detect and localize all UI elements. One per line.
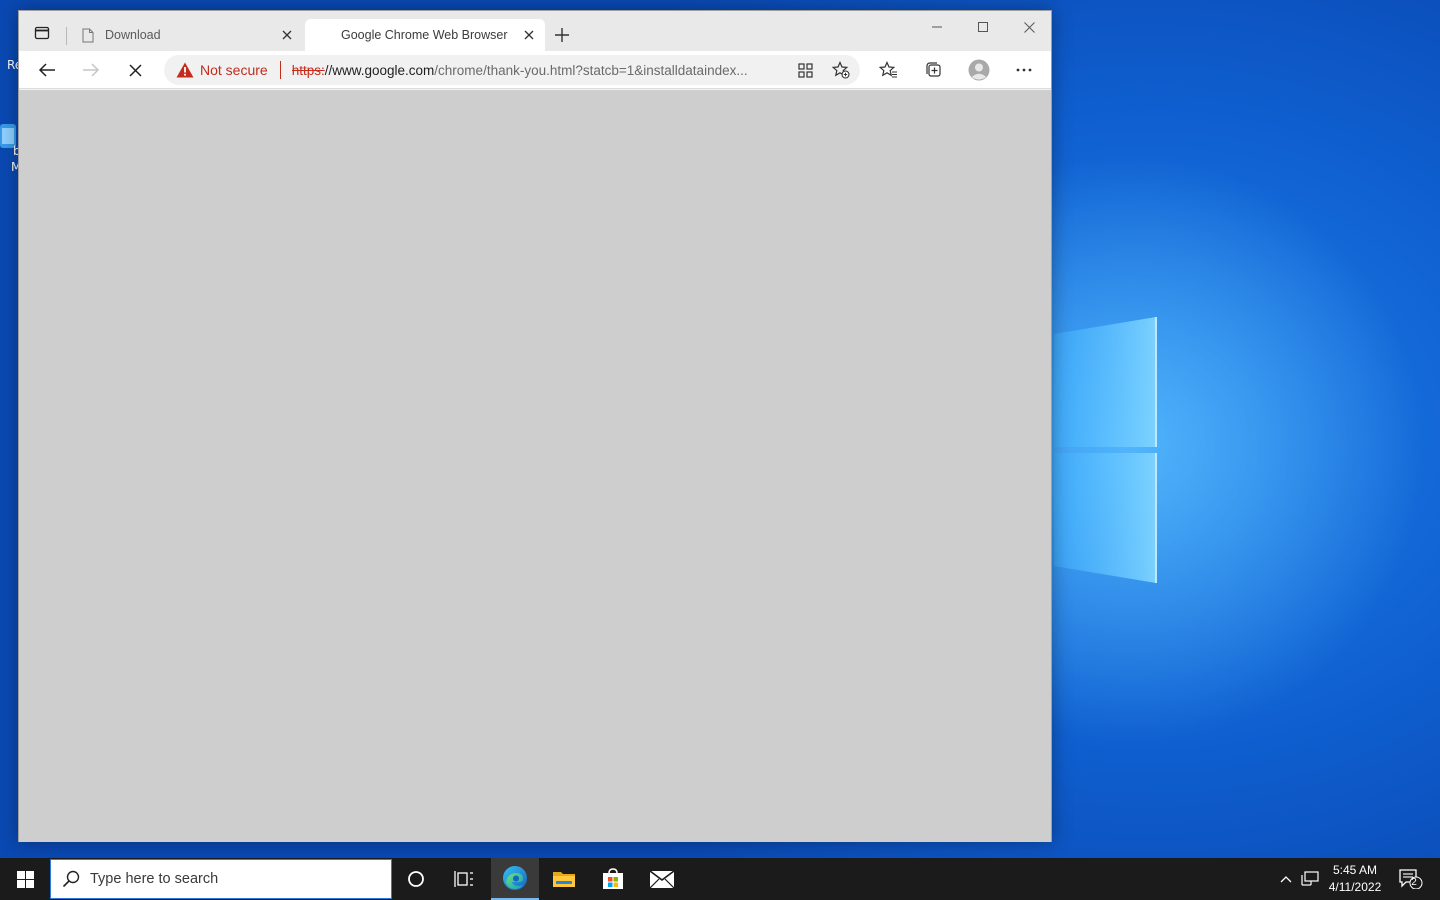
app-available-button[interactable] — [791, 56, 819, 84]
maximize-button[interactable] — [960, 11, 1006, 43]
tab-close-button[interactable] — [517, 23, 541, 47]
navigation-toolbar: Not secure https://www.google.com/chrome… — [19, 51, 1051, 89]
taskbar-edge-button[interactable] — [491, 858, 539, 900]
collections-button[interactable] — [918, 56, 948, 84]
action-center-button[interactable]: 2 — [1394, 858, 1428, 900]
notification-count-badge: 2 — [1411, 877, 1417, 888]
cortana-button[interactable] — [392, 858, 440, 900]
arrow-right-icon — [83, 63, 100, 77]
profile-button[interactable] — [964, 56, 994, 84]
close-icon — [1023, 21, 1035, 33]
cortana-circle-icon — [408, 871, 424, 887]
clock-time: 5:45 AM — [1332, 863, 1378, 877]
add-favorite-button[interactable] — [827, 56, 855, 84]
taskbar-clock[interactable]: 5:45 AM 4/11/2022 — [1324, 862, 1386, 896]
url-host: //www.google.com — [324, 62, 435, 78]
forward-button[interactable] — [76, 56, 106, 84]
tab-actions-button[interactable] — [29, 20, 55, 46]
search-icon — [61, 869, 81, 889]
url-text[interactable]: https://www.google.com/chrome/thank-you.… — [292, 63, 782, 78]
tab-divider — [66, 27, 67, 45]
window-close-button[interactable] — [1006, 11, 1052, 43]
edge-browser-window: Download Google Chrome Web Browser Not s… — [18, 10, 1052, 842]
tab-strip: Download Google Chrome Web Browser — [19, 11, 1051, 51]
microsoft-store-button[interactable] — [589, 858, 637, 900]
close-icon — [282, 30, 292, 40]
more-horizontal-icon — [1016, 68, 1032, 72]
clock-date: 4/11/2022 — [1328, 880, 1382, 894]
address-divider — [279, 61, 281, 79]
mail-button[interactable] — [638, 858, 686, 900]
windows-start-icon — [16, 870, 34, 888]
apps-grid-icon — [797, 62, 813, 78]
file-explorer-button[interactable] — [540, 858, 588, 900]
search-placeholder: Type here to search — [90, 871, 219, 887]
collections-icon — [926, 62, 941, 77]
warning-icon — [176, 62, 194, 78]
avatar-icon — [968, 59, 990, 81]
chevron-up-icon — [1280, 876, 1292, 883]
tab-download[interactable]: Download — [69, 19, 303, 51]
tab-title: Download — [105, 28, 161, 42]
star-add-icon — [832, 61, 850, 79]
folder-icon — [553, 872, 575, 887]
address-bar[interactable]: Not secure https://www.google.com/chrome… — [164, 55, 860, 85]
tab-actions-icon — [34, 26, 50, 40]
arrow-left-icon — [38, 63, 55, 77]
url-path: /chrome/thank-you.html?statcb=1&installd… — [434, 62, 748, 78]
plus-icon — [555, 28, 569, 42]
site-info-button[interactable]: Not secure — [176, 62, 268, 78]
page-icon — [79, 26, 97, 44]
taskbar-search-box[interactable]: Type here to search — [50, 859, 392, 899]
tab-google-chrome[interactable]: Google Chrome Web Browser — [305, 19, 545, 51]
close-icon — [128, 63, 142, 77]
new-tab-button[interactable] — [550, 23, 574, 47]
maximize-icon — [978, 22, 988, 32]
tab-title: Google Chrome Web Browser — [341, 28, 508, 42]
settings-more-button[interactable] — [1009, 56, 1039, 84]
minimize-button[interactable] — [914, 11, 960, 43]
tab-close-button[interactable] — [275, 23, 299, 47]
page-content-loading — [19, 90, 1051, 842]
minimize-icon — [932, 26, 942, 28]
mail-icon — [650, 870, 674, 888]
edge-icon — [503, 866, 527, 890]
favorites-button[interactable] — [873, 56, 903, 84]
start-button[interactable] — [0, 858, 50, 900]
favorites-icon — [878, 61, 897, 78]
network-button[interactable] — [1298, 858, 1322, 900]
network-icon — [1301, 871, 1319, 886]
taskbar: Type here to search 5:45 AM 4/11/2022 2 — [0, 858, 1440, 900]
task-view-button[interactable] — [440, 858, 488, 900]
task-view-icon — [454, 871, 473, 887]
not-secure-label: Not secure — [200, 62, 268, 78]
show-hidden-icons-button[interactable] — [1276, 858, 1296, 900]
url-scheme: https: — [291, 62, 325, 78]
store-bag-icon — [603, 868, 623, 889]
stop-loading-button[interactable] — [120, 56, 150, 84]
close-icon — [524, 30, 534, 40]
back-button[interactable] — [32, 56, 62, 84]
